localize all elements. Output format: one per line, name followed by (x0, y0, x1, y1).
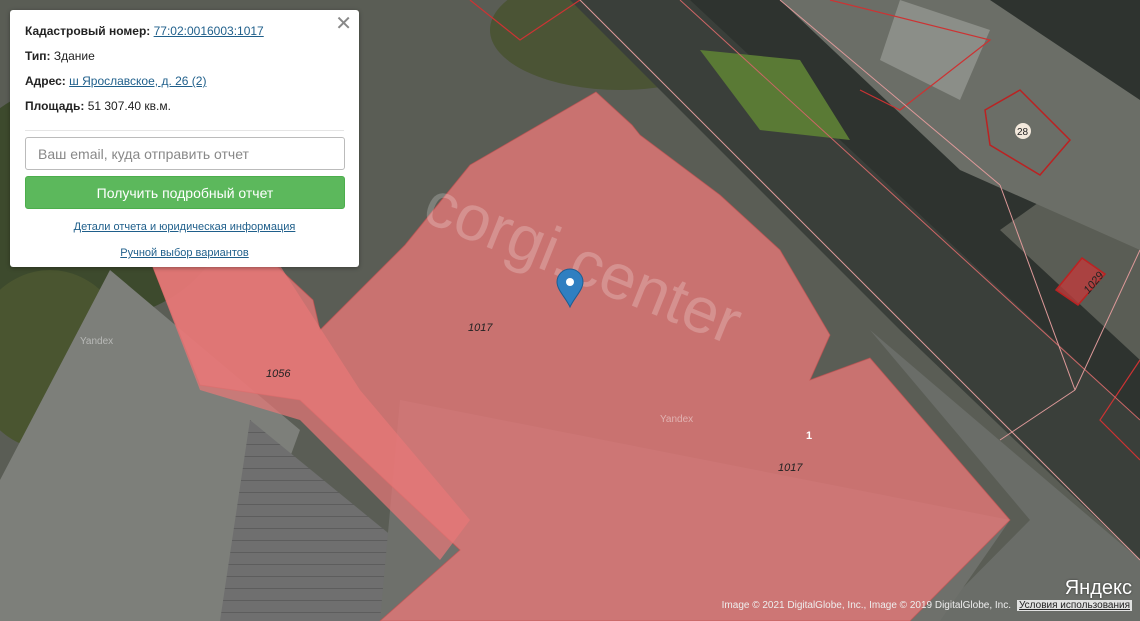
parcel-label: 28 (1017, 127, 1029, 138)
attribution: Image © 2021 DigitalGlobe, Inc., Image ©… (722, 600, 1132, 611)
cadastral-row: Кадастровый номер: 77:02:0016003:1017 (25, 23, 344, 39)
parcel-label: 1056 (266, 368, 291, 380)
type-row: Тип: Здание (25, 48, 344, 64)
manual-selection-link[interactable]: Ручной выбор вариантов (25, 247, 344, 259)
parcel-info-popup: ✕ Кадастровый номер: 77:02:0016003:1017 … (10, 10, 359, 267)
area-row: Площадь: 51 307.40 кв.м. (25, 98, 344, 114)
area-label: Площадь: (25, 99, 85, 113)
address-row: Адрес: ш Ярославское, д. 26 (2) (25, 73, 344, 89)
parcel-label: 1017 (778, 462, 803, 474)
area-value: 51 307.40 кв.м. (87, 99, 171, 113)
address-label: Адрес: (25, 74, 66, 88)
email-field[interactable] (25, 137, 345, 170)
yandex-logo[interactable]: Яндекс (1065, 577, 1132, 600)
yandex-watermark: Yandex (660, 414, 693, 425)
parcel-label: 1017 (468, 322, 493, 334)
attribution-text: Image © 2021 DigitalGlobe, Inc., Image ©… (721, 600, 1011, 611)
divider (25, 130, 344, 131)
report-details-link[interactable]: Детали отчета и юридическая информация (25, 221, 344, 233)
terms-link[interactable]: Условия использования (1017, 600, 1132, 611)
type-value: Здание (53, 49, 95, 63)
cadastral-number-link[interactable]: 77:02:0016003:1017 (154, 24, 264, 38)
parcel-label: 1 (806, 430, 812, 442)
close-icon[interactable]: ✕ (335, 14, 352, 34)
type-label: Тип: (25, 49, 51, 63)
cadastral-label: Кадастровый номер: (25, 24, 151, 38)
address-link[interactable]: ш Ярославское, д. 26 (2) (69, 74, 206, 88)
get-report-button[interactable]: Получить подробный отчет (25, 176, 345, 209)
yandex-watermark: Yandex (80, 336, 113, 347)
